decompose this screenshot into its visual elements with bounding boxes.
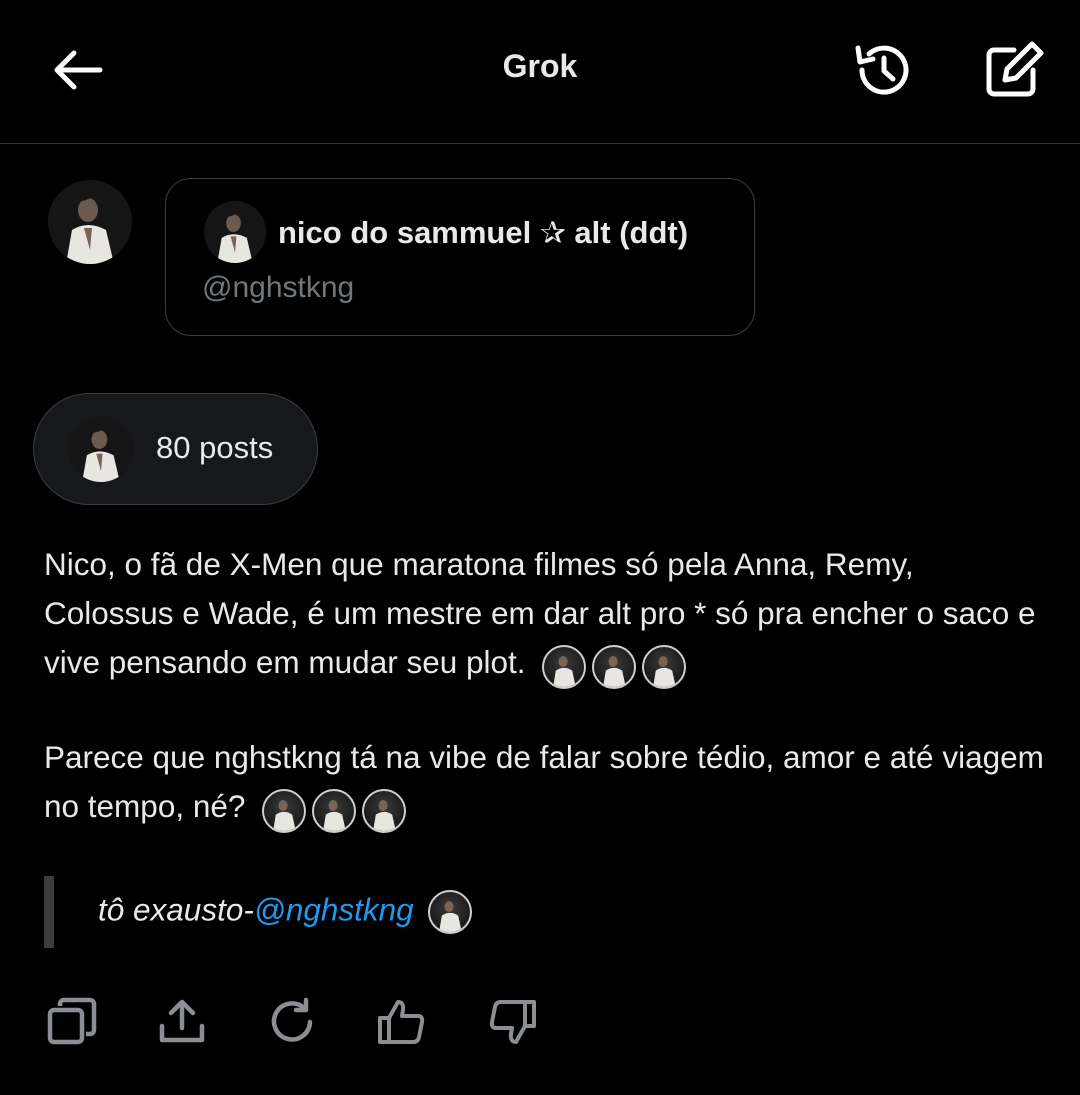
profile-name: nico do sammuel ✰ alt (ddt) <box>278 215 689 250</box>
grok-screen: Grok nico do sammuel ✰ alt (ddt) @nghstk… <box>0 0 1080 1095</box>
quote-text: tô exausto-@nghstkng <box>98 890 478 934</box>
regenerate-icon <box>271 997 313 1042</box>
profile-card[interactable]: nico do sammuel ✰ alt (ddt) @nghstkng <box>165 178 755 336</box>
avatar-emoji-icon <box>642 644 687 689</box>
like-button[interactable] <box>376 996 428 1048</box>
posts-count-label: 80 posts <box>156 430 274 465</box>
quote-prefix: tô exausto- <box>98 891 254 928</box>
emoji-group-2 <box>262 784 412 833</box>
header: Grok <box>0 0 1080 144</box>
avatar-emoji-icon <box>262 788 307 833</box>
grok-user-avatar[interactable] <box>48 180 132 264</box>
paragraph-2-text: Parece que nghstkng tá na vibe de falar … <box>44 739 1044 824</box>
history-button[interactable] <box>848 38 916 102</box>
compose-button[interactable] <box>980 38 1048 102</box>
avatar-emoji-icon <box>428 890 473 934</box>
person-photo-icon <box>48 180 132 264</box>
copy-icon <box>47 997 97 1045</box>
regenerate-button[interactable] <box>266 996 318 1048</box>
quote-bar <box>44 876 54 948</box>
thumbs-up-icon <box>378 1000 425 1044</box>
response-paragraph-2: Parece que nghstkng tá na vibe de falar … <box>44 733 1044 833</box>
share-icon <box>159 999 205 1043</box>
avatar-emoji-icon <box>542 644 587 689</box>
compose-icon <box>986 41 1044 97</box>
thumbs-down-icon <box>489 1000 536 1044</box>
profile-avatar <box>204 201 266 263</box>
share-button[interactable] <box>156 996 208 1048</box>
copy-button[interactable] <box>46 996 98 1048</box>
person-photo-icon <box>204 201 266 263</box>
history-icon <box>855 45 909 95</box>
profile-handle: @nghstkng <box>202 271 355 304</box>
posts-count-button[interactable]: 80 posts <box>33 393 318 505</box>
avatar-emoji-icon <box>592 644 637 689</box>
emoji-group-1 <box>542 640 692 689</box>
posts-avatar <box>68 416 134 482</box>
response-paragraph-1: Nico, o fã de X-Men que maratona filmes … <box>44 540 1044 689</box>
paragraph-1-text: Nico, o fã de X-Men que maratona filmes … <box>44 546 1036 680</box>
person-photo-icon <box>68 416 134 482</box>
dislike-button[interactable] <box>486 996 538 1048</box>
avatar-emoji-icon <box>362 788 407 833</box>
quote-mention-link[interactable]: @nghstkng <box>254 891 414 927</box>
page-title: Grok <box>502 48 578 84</box>
avatar-emoji-icon <box>312 788 357 833</box>
